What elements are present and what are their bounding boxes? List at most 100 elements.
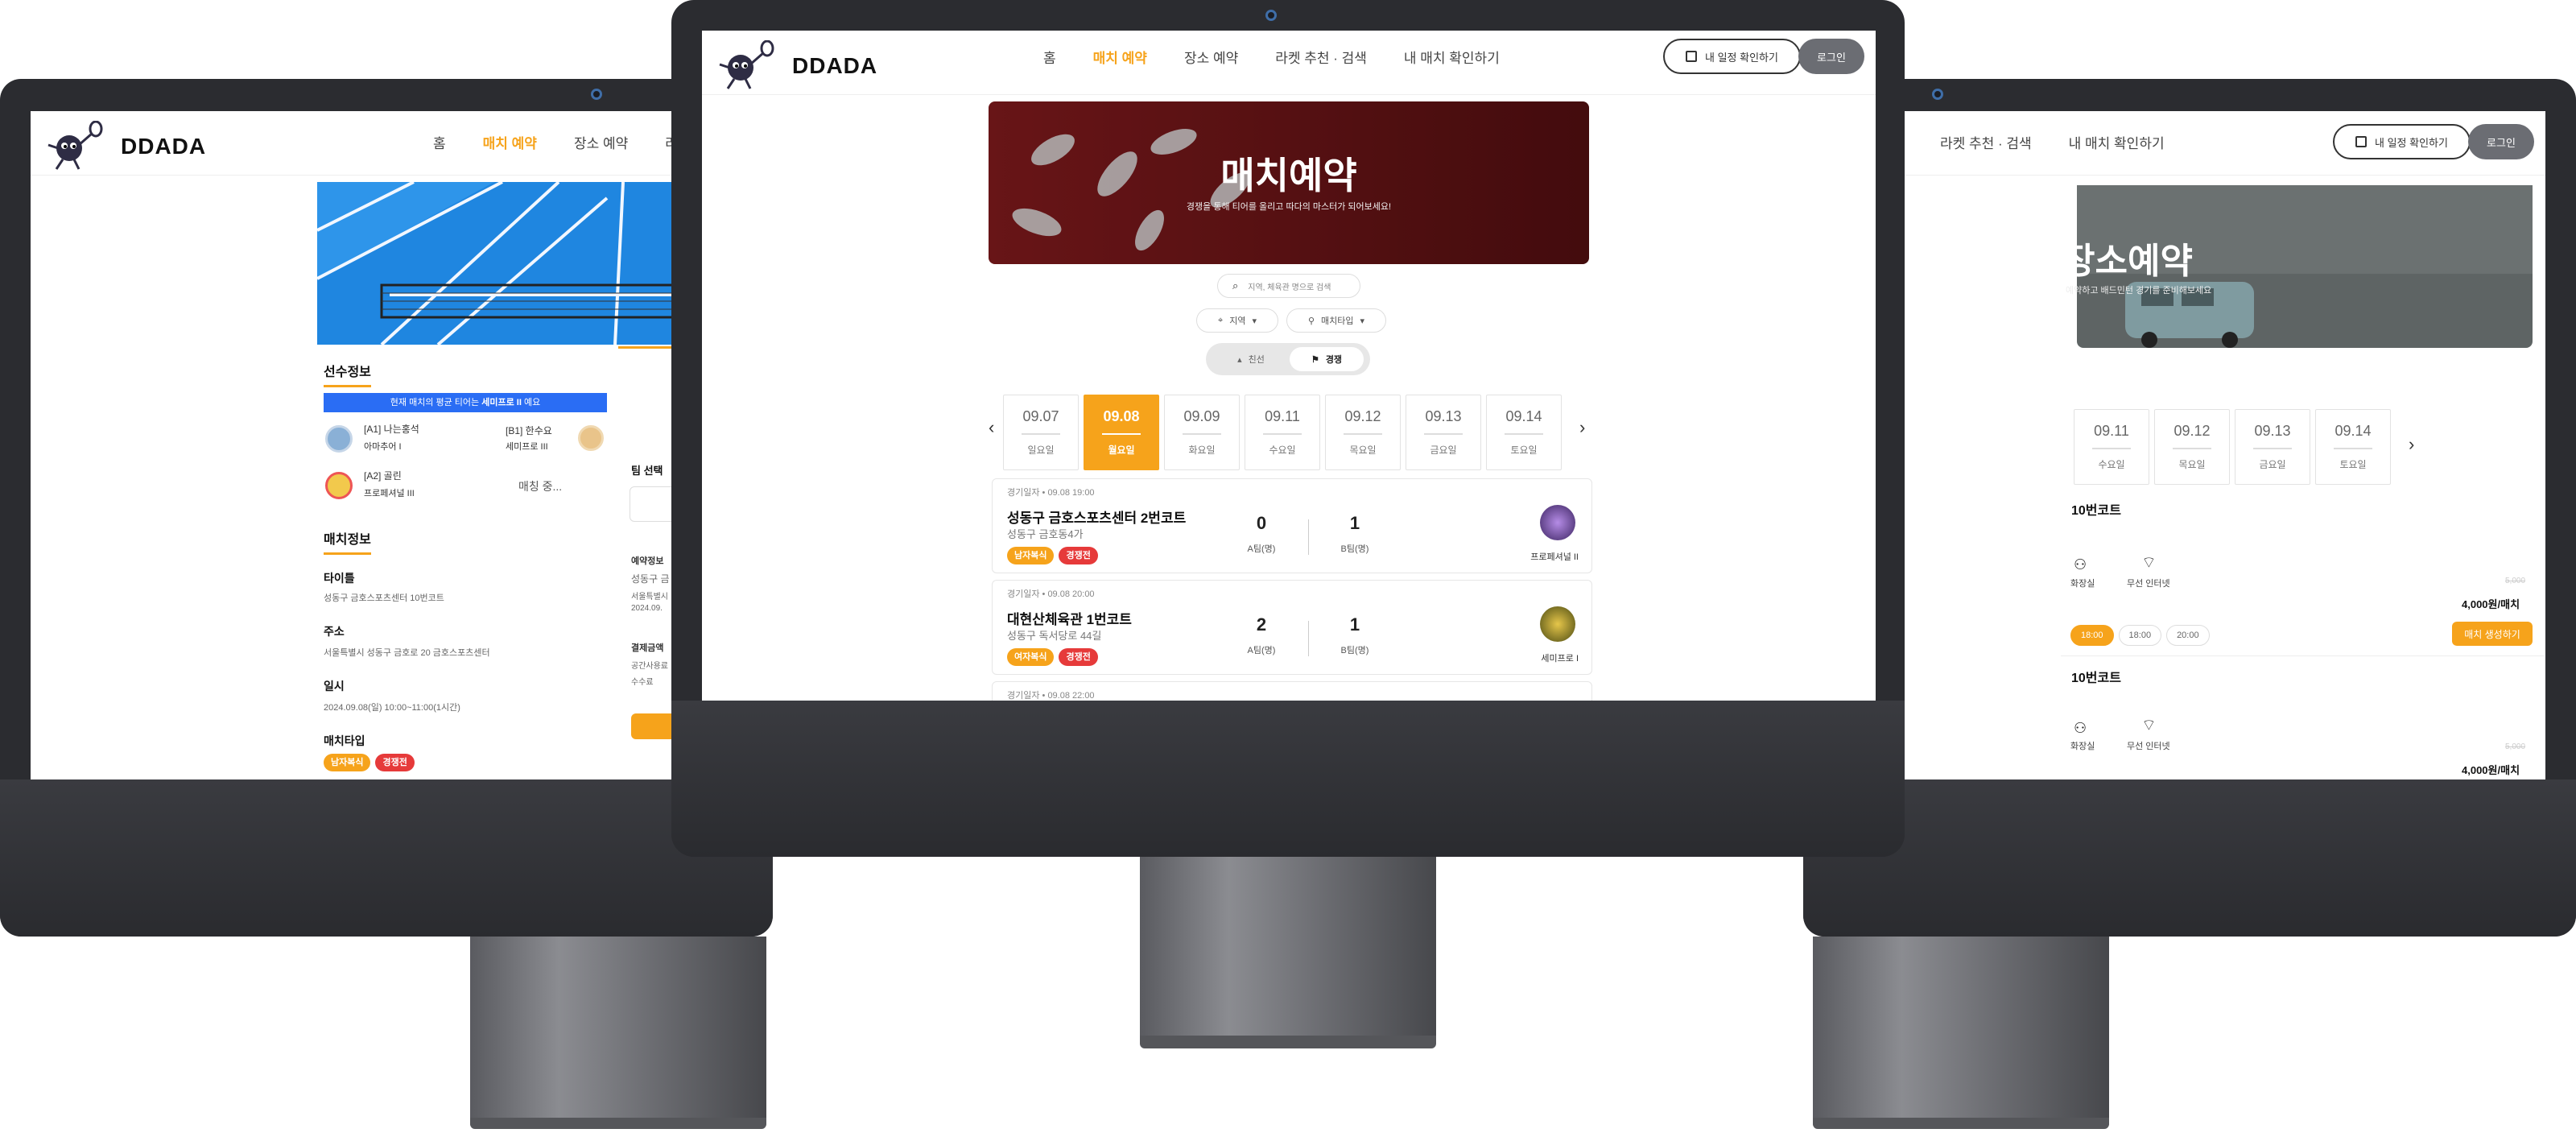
player-b1[interactable]: [B1] 한수요 세미프로 III [506,422,607,457]
search-box[interactable]: ⌕ 지역, 체육관 명으로 검색 [1217,274,1360,298]
date-item[interactable]: 09.11 수요일 [1245,395,1320,470]
time-slot[interactable]: 18:00 [2070,625,2114,646]
tag-doubles: 여자복식 [1007,648,1055,666]
login-button[interactable]: 로그인 [1798,39,1864,74]
facility-toilet: 화장실 [2070,742,2095,751]
mode-toggle: ▴ 친선 ⚑ 경쟁 [1206,343,1370,375]
team-a-count: 0 A팀(명) [1247,513,1276,554]
player-slot: [A2] 골린 [364,470,402,482]
create-match-button[interactable]: 매치 생성하기 [2452,622,2533,646]
date-item[interactable]: 09.14 토요일 [2315,409,2391,485]
nav-venue[interactable]: 장소 예약 [574,132,628,152]
center-nav: 홈 매치 예약 장소 예약 라켓 추천 · 검색 내 매치 확인하기 [1043,47,1500,67]
time-slot[interactable]: 20:00 [2166,625,2210,646]
reservation-address: 서울특별시 [631,593,668,602]
date-item[interactable]: 09.07 일요일 [1003,395,1079,470]
date-item[interactable]: 09.13 금요일 [1406,395,1481,470]
center-monitor: DDADA 홈 매치 예약 장소 예약 라켓 추천 · 검색 내 매치 확인하기… [671,0,1905,1055]
logo[interactable]: DDADA [713,40,877,92]
time-slot[interactable]: 18:00 [2118,625,2162,646]
caret-down-icon: ▾ [1252,316,1257,326]
reservation-info-label: 예약정보 [631,556,664,566]
date-item[interactable]: 09.13 금요일 [2235,409,2310,485]
left-monitor-camera [591,89,602,100]
score-divider [1308,621,1309,656]
payment-label: 결제금액 [631,643,664,653]
nav-mymatch[interactable]: 내 매치 확인하기 [1404,47,1500,67]
player-tier: 세미프로 III [506,442,548,452]
schedule-button[interactable]: 내 일정 확인하기 [1663,39,1801,74]
match-card[interactable]: 경기일자 • 09.08 19:00 성동구 금호스포츠센터 2번코트 성동구 … [992,478,1592,573]
old-price: 5,000 [2505,577,2526,585]
score-divider [1308,519,1309,555]
right-date-strip: 09.11 수요일 09.12 목요일 09.13 금요일 09.14 토요일 [2074,409,2391,485]
avatar [325,425,353,453]
price: 4,000원/매치 [2462,598,2520,610]
fee-label: 수수료 [631,678,654,687]
title-value: 성동구 금호스포츠센터 10번코트 [324,593,444,603]
team-b-count: 1 B팀(명) [1340,614,1369,655]
player-a1[interactable]: [A1] 나는홍석 아마추어 I [325,422,486,457]
matching-status: 매칭 중... [518,480,563,493]
filter-match-type[interactable]: ⚲ 매치타입 ▾ [1286,308,1386,333]
tag-doubles: 남자복식 [324,754,371,771]
left-monitor-chin [0,779,773,937]
match-card[interactable]: 경기일자 • 09.08 20:00 대현산체육관 1번코트 성동구 독서당로 … [992,580,1592,675]
venue-banner-title: 장소예약 [2062,242,2193,281]
court-title: 10번코트 [2071,672,2121,685]
right-monitor: 라켓 추천 · 검색 내 매치 확인하기 내 일정 확인하기 로그인 장소예약 … [1803,79,2576,1133]
court-divider [2061,655,2544,656]
left-screen: DDADA 홈 매치 예약 장소 예약 라 [31,111,773,779]
right-header: 라켓 추천 · 검색 내 매치 확인하기 내 일정 확인하기 로그인 [1803,111,2545,176]
address-label: 주소 [324,625,345,638]
chevron-right-icon[interactable]: › [1579,417,1585,438]
date-item[interactable]: 09.14 토요일 [1486,395,1562,470]
datetime-label: 일시 [324,680,345,693]
date-item[interactable]: 09.12 목요일 [1325,395,1401,470]
match-type-tags: 남자복식 경쟁전 [324,754,415,771]
venue-fee-label: 공간사용료 [631,662,668,671]
nav-venue[interactable]: 장소 예약 [1184,47,1238,67]
date-item[interactable]: 09.09 화요일 [1164,395,1240,470]
match-card[interactable]: 경기일자 • 09.08 22:00 [992,681,1592,701]
filter-region[interactable]: ⌖ 지역 ▾ [1196,308,1278,333]
match-banner-title: 매치예약 [1220,155,1357,196]
match-place: 성동구 금호스포츠센터 2번코트 [1007,511,1187,526]
chevron-left-icon[interactable]: ‹ [989,417,994,438]
login-button[interactable]: 로그인 [2468,124,2534,159]
avatar [325,472,353,499]
address-value: 서울특별시 성동구 금호로 20 금호스포츠센터 [324,648,490,658]
chevron-right-icon[interactable]: › [2409,434,2414,455]
avg-tier-banner: 현재 매치의 평균 티어는 세미프로 II 예요 [324,393,607,412]
logo[interactable]: DDADA [42,121,206,172]
reservation-place: 성동구 금 [631,573,670,585]
right-nav: 라켓 추천 · 검색 내 매치 확인하기 [1940,132,2165,152]
nav-racket[interactable]: 라켓 추천 · 검색 [1275,47,1367,67]
date-item[interactable]: 09.12 목요일 [2154,409,2230,485]
toggle-friendly[interactable]: ▴ 친선 [1214,347,1288,371]
center-screen: DDADA 홈 매치 예약 장소 예약 라켓 추천 · 검색 내 매치 확인하기… [702,31,1876,701]
match-datetime: 경기일자 • 09.08 22:00 [1007,691,1095,701]
logo-mascot-icon [47,121,103,170]
toggle-competitive[interactable]: ⚑ 경쟁 [1290,347,1364,371]
center-date-strip: 09.07 일요일 09.08 월요일 09.09 화요일 09.11 수요일 09.1… [1003,395,1562,470]
match-datetime: 경기일자 • 09.08 19:00 [1007,488,1095,498]
tier-label: 프로페셔널 II [1530,552,1579,562]
nav-racket[interactable]: 라켓 추천 · 검색 [1940,132,2032,152]
time-slots: 18:00 18:00 20:00 [2070,625,2215,646]
nav-home[interactable]: 홈 [433,132,446,152]
schedule-button[interactable]: 내 일정 확인하기 [2333,124,2471,159]
search-placeholder: 지역, 체육관 명으로 검색 [1248,283,1331,292]
left-monitor: DDADA 홈 매치 예약 장소 예약 라 [0,79,773,1133]
right-monitor-stand-foot [1813,1118,2109,1129]
nav-home[interactable]: 홈 [1043,47,1056,67]
nav-match[interactable]: 매치 예약 [483,132,537,152]
avatar [578,425,604,451]
date-item-selected[interactable]: 09.08 월요일 [1084,395,1159,470]
nav-mymatch[interactable]: 내 매치 확인하기 [2069,132,2165,152]
date-item[interactable]: 09.11 수요일 [2074,409,2149,485]
match-address: 성동구 독서당로 44길 [1007,630,1102,642]
player-a2[interactable]: [A2] 골린 프로페셔널 III [325,469,486,504]
nav-match[interactable]: 매치 예약 [1093,47,1147,67]
facility-toilet: 화장실 [2070,579,2095,589]
